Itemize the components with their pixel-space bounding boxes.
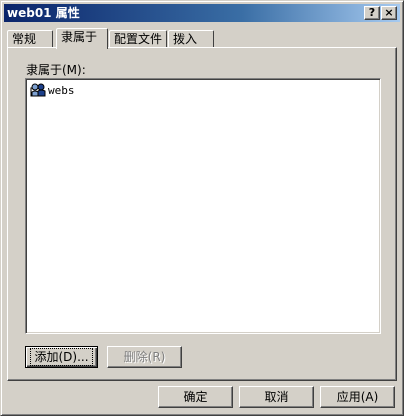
cancel-button[interactable]: 取消 <box>239 386 314 408</box>
add-button-label: 添加(D)... <box>30 348 93 366</box>
tab-profile[interactable]: 配置文件 <box>109 30 167 48</box>
properties-dialog: web01 属性 ? × 常规 隶属于 配置文件 拨入 隶属于(M): webs… <box>0 0 404 416</box>
tab-member-of[interactable]: 隶属于 <box>56 28 108 49</box>
remove-button[interactable]: 删除(R) <box>107 346 182 368</box>
add-button[interactable]: 添加(D)... <box>25 346 98 368</box>
member-of-panel: 隶属于(M): webs 添加(D)... 删除(R) <box>7 47 397 381</box>
close-button[interactable]: × <box>381 6 397 20</box>
apply-button[interactable]: 应用(A) <box>320 386 395 408</box>
title-bar[interactable]: web01 属性 ? × <box>4 4 400 22</box>
list-item-label: webs <box>48 83 75 97</box>
help-button[interactable]: ? <box>364 6 380 20</box>
tab-dial-in[interactable]: 拨入 <box>168 30 214 48</box>
list-item[interactable]: webs <box>30 82 75 98</box>
member-of-listbox[interactable]: webs <box>25 78 381 334</box>
window-title: web01 属性 <box>7 6 80 20</box>
group-icon <box>30 83 46 97</box>
tab-general[interactable]: 常规 <box>7 30 53 48</box>
ok-button[interactable]: 确定 <box>158 386 233 408</box>
member-of-label: 隶属于(M): <box>26 63 86 77</box>
